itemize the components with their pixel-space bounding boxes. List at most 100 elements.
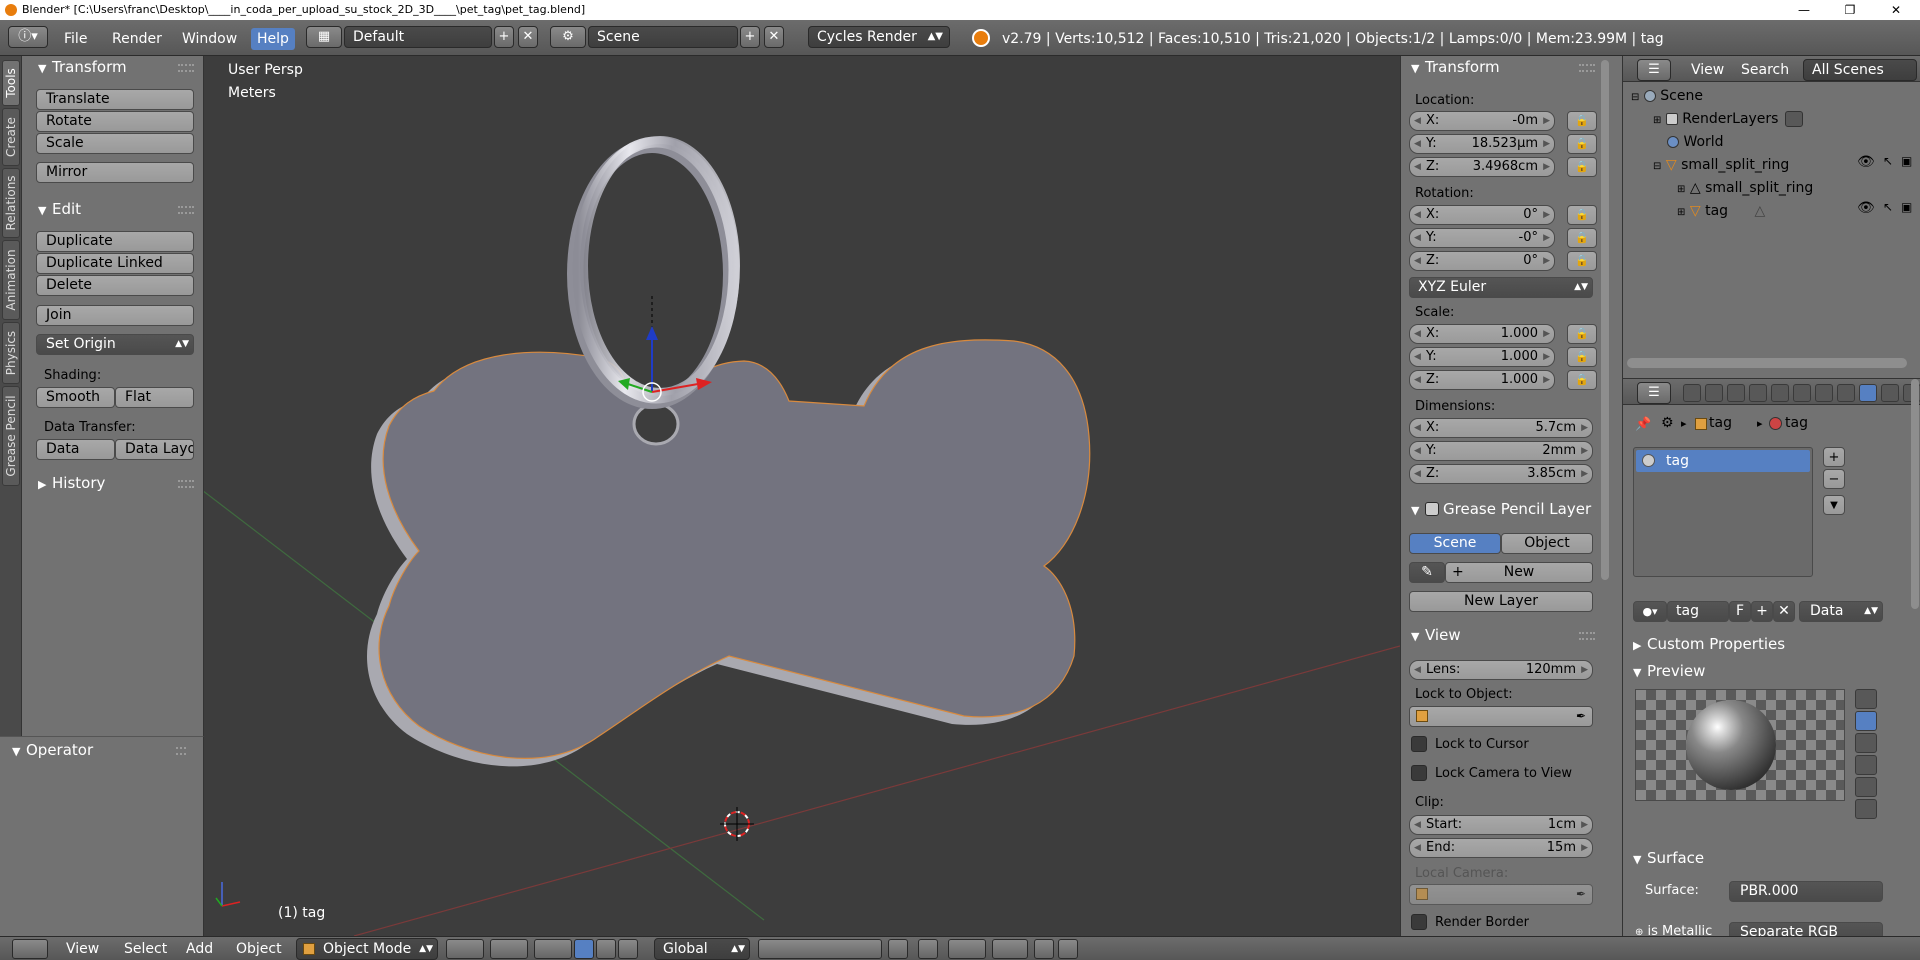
restore-icon[interactable]: ❐	[1832, 0, 1868, 20]
tab-create[interactable]: Create	[2, 108, 20, 166]
properties-editor-type-icon[interactable]: ☰	[1637, 382, 1671, 404]
preview-flat-icon[interactable]	[1855, 689, 1877, 709]
split-ring-mesh[interactable]	[567, 136, 740, 409]
gp-object-button[interactable]: Object	[1501, 533, 1593, 554]
data-transfer-button[interactable]: Data	[36, 439, 115, 460]
panel-grip-icon[interactable]	[1579, 64, 1595, 72]
layer-lock-icon[interactable]	[888, 939, 908, 959]
data-tab-icon[interactable]	[1837, 384, 1855, 402]
outliner-horizontal-scrollbar[interactable]	[1627, 358, 1907, 368]
snap-element-icon[interactable]	[992, 939, 1028, 959]
transform-panel-header[interactable]: ▼ Transform	[38, 56, 127, 78]
layout-name-field[interactable]: Default	[344, 26, 492, 48]
selectable-cursor-icon[interactable]: ↖	[1883, 200, 1893, 214]
menu-help[interactable]: Help	[251, 28, 295, 50]
menu-add[interactable]: Add	[186, 939, 213, 959]
outliner-row-small-split-ring[interactable]: ⊟ ▽ small_split_ring	[1653, 154, 1789, 176]
duplicate-linked-button[interactable]: Duplicate Linked	[36, 253, 194, 274]
history-panel-header[interactable]: ▶ History	[38, 472, 105, 494]
manipulator-toggle-icon[interactable]	[534, 939, 572, 959]
preview-hair-icon[interactable]	[1855, 777, 1877, 797]
render-camera-icon[interactable]: ▣	[1901, 200, 1912, 214]
scale-x-field[interactable]: ◀ X: 1.000 ▶	[1409, 324, 1555, 344]
tab-tools[interactable]: Tools	[2, 60, 20, 106]
gizmo-z-arrow-icon[interactable]	[646, 326, 658, 340]
gp-new-button[interactable]: + New	[1445, 562, 1593, 583]
dimension-y-field[interactable]: ◀ Y: 2mm ▶	[1409, 441, 1593, 461]
pivot-point-icon[interactable]	[490, 939, 528, 959]
material-browse-icon[interactable]: ●▾	[1633, 601, 1667, 622]
pet-tag-mesh[interactable]	[367, 339, 1091, 767]
scene-browse-icon[interactable]: ⚙	[550, 26, 586, 48]
material-slot-item[interactable]: tag	[1636, 450, 1810, 472]
custom-properties-header[interactable]: ▶ Custom Properties	[1633, 633, 1785, 655]
outliner-menu-search[interactable]: Search	[1741, 60, 1789, 80]
location-z-field[interactable]: ◀ Z: 3.4968cm ▶	[1409, 157, 1555, 177]
gp-new-layer-button[interactable]: New Layer	[1409, 591, 1593, 612]
3d-viewport[interactable]: User Persp Meters (1) tag	[204, 56, 1400, 936]
viewport-canvas[interactable]	[204, 56, 1400, 936]
layers-grid[interactable]	[758, 939, 882, 959]
browse-icon[interactable]: ⚙	[1661, 415, 1674, 431]
panel-grip-icon[interactable]	[1579, 632, 1595, 640]
rotation-z-field[interactable]: ◀ Z: 0° ▶	[1409, 251, 1555, 271]
lock-icon[interactable]: 🔒	[1567, 111, 1597, 131]
outliner-row-scene[interactable]: ⊟ Scene	[1631, 85, 1703, 107]
new-material-icon[interactable]: +	[1751, 601, 1773, 622]
scene-name-field[interactable]: Scene	[588, 26, 738, 48]
rotation-mode-select[interactable]: XYZ Euler ▲▼	[1409, 277, 1593, 298]
translate-manipulator-icon[interactable]	[574, 939, 594, 959]
outliner-row-ring-mesh-data[interactable]: ⊞ △ small_split_ring	[1677, 177, 1813, 199]
menu-render[interactable]: Render	[106, 28, 168, 50]
lens-field[interactable]: ◀ Lens: 120mm ▶	[1409, 660, 1593, 680]
eyedropper-icon[interactable]: ✒	[1576, 885, 1586, 904]
material-tab-icon[interactable]	[1859, 384, 1877, 402]
properties-scrollbar[interactable]	[1911, 379, 1919, 609]
3d-cursor-icon[interactable]	[720, 807, 754, 841]
layout-browse-icon[interactable]: ▦	[306, 26, 342, 48]
dimension-x-field[interactable]: ◀ X: 5.7cm ▶	[1409, 418, 1593, 438]
grease-pencil-layer-header[interactable]: ▼ Grease Pencil Layer	[1411, 498, 1591, 520]
render-engine-select[interactable]: Cycles Render ▲▼	[808, 26, 950, 48]
remove-slot-icon[interactable]: −	[1823, 469, 1845, 489]
lock-icon[interactable]: 🔒	[1567, 205, 1597, 225]
viewport-shading-icon[interactable]	[446, 939, 484, 959]
material-slot-list[interactable]: tag	[1633, 447, 1813, 577]
menu-object[interactable]: Object	[236, 939, 282, 959]
breadcrumb-material[interactable]: tag	[1769, 415, 1808, 431]
menu-window[interactable]: Window	[176, 28, 243, 50]
rotation-x-field[interactable]: ◀ X: 0° ▶	[1409, 205, 1555, 225]
minimize-icon[interactable]: —	[1786, 0, 1822, 20]
menu-view[interactable]: View	[66, 939, 99, 959]
mirror-button[interactable]: Mirror	[36, 162, 194, 183]
eyedropper-icon[interactable]: ✒	[1576, 707, 1586, 726]
opengl-render-icon[interactable]	[1034, 939, 1054, 959]
view-panel-header[interactable]: ▼ View	[1411, 624, 1461, 646]
proportional-edit-icon[interactable]	[918, 939, 938, 959]
constraints-tab-icon[interactable]	[1793, 384, 1811, 402]
transform-orientation-select[interactable]: Global ▲▼	[654, 938, 750, 960]
lock-object-field[interactable]: ✒	[1409, 706, 1593, 727]
location-x-field[interactable]: ◀ X: -0m ▶	[1409, 111, 1555, 131]
modifiers-tab-icon[interactable]	[1815, 384, 1833, 402]
fake-user-button[interactable]: F	[1729, 601, 1751, 622]
surface-shader-select[interactable]: PBR.000	[1729, 881, 1883, 902]
visibility-eye-icon[interactable]: 👁	[1857, 154, 1875, 170]
lock-icon[interactable]: 🔒	[1567, 251, 1597, 271]
lock-icon[interactable]: 🔒	[1567, 157, 1597, 177]
preview-sphere-icon[interactable]	[1855, 711, 1877, 731]
interaction-mode-select[interactable]: Object Mode ▲▼	[296, 938, 438, 960]
rotate-manipulator-icon[interactable]	[596, 939, 616, 959]
n-transform-header[interactable]: ▼ Transform	[1411, 56, 1500, 78]
preview-monkey-icon[interactable]	[1855, 755, 1877, 775]
lock-icon[interactable]: 🔒	[1567, 370, 1597, 390]
rotate-button[interactable]: Rotate	[36, 111, 194, 132]
render-border-checkbox[interactable]	[1411, 914, 1427, 930]
scene-add-icon[interactable]: +	[740, 26, 760, 48]
snap-toggle-icon[interactable]	[948, 939, 986, 959]
layout-remove-icon[interactable]: ✕	[518, 26, 538, 48]
outliner-display-select[interactable]: All Scenes	[1803, 59, 1917, 81]
outliner-menu-view[interactable]: View	[1691, 60, 1724, 80]
close-icon[interactable]: ✕	[1878, 0, 1914, 20]
duplicate-button[interactable]: Duplicate	[36, 231, 194, 252]
